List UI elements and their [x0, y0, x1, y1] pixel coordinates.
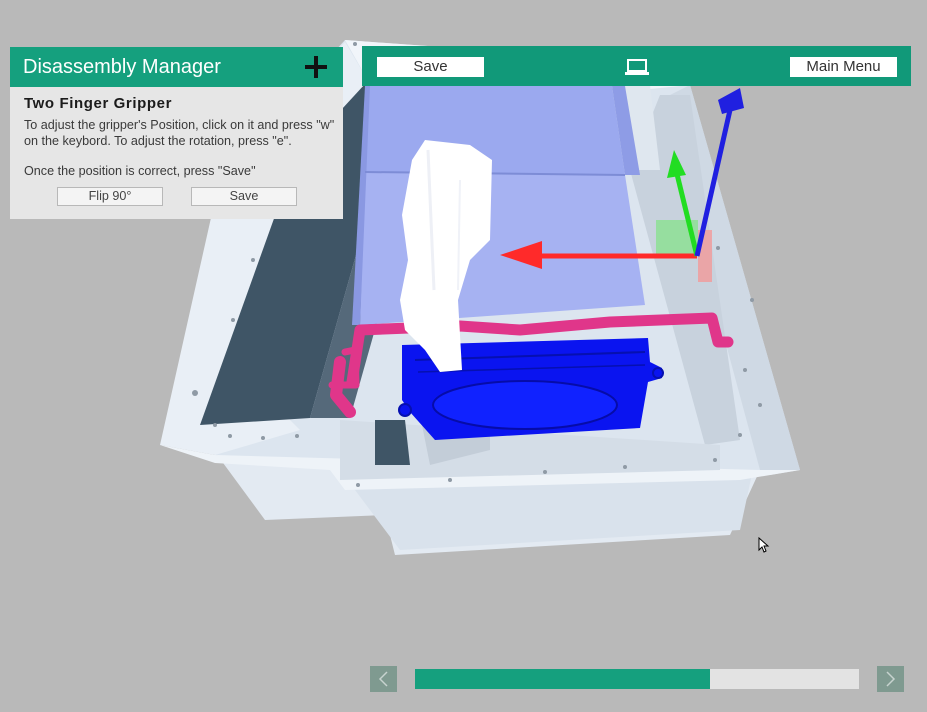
main-menu-button[interactable]: Main Menu: [790, 57, 897, 77]
panel-save-button[interactable]: Save: [191, 187, 297, 206]
instruction-save-text: Once the position is correct, press "Sav…: [24, 164, 256, 178]
chevron-right-icon: [886, 671, 896, 687]
plus-icon[interactable]: [305, 56, 327, 78]
instruction-text: To adjust the gripper's Position, click …: [24, 118, 335, 148]
mouse-cursor-icon: [758, 537, 770, 553]
top-toolbar: Save Main Menu: [362, 46, 911, 86]
toolbar-save-button[interactable]: Save: [377, 57, 484, 77]
monitor-icon[interactable]: [625, 58, 649, 76]
chevron-left-icon: [378, 671, 388, 687]
disassembly-manager-panel: Disassembly Manager Two Finger Gripper T…: [10, 47, 343, 219]
tool-name: Two Finger Gripper: [24, 95, 173, 112]
panel-header: Disassembly Manager: [10, 47, 343, 87]
next-step-button[interactable]: [877, 666, 904, 692]
progress-fill: [415, 669, 710, 689]
flip-90-button[interactable]: Flip 90°: [57, 187, 163, 206]
panel-title: Disassembly Manager: [23, 56, 221, 78]
battery-module[interactable]: [352, 86, 645, 325]
progress-bar: [415, 669, 859, 689]
previous-step-button[interactable]: [370, 666, 397, 692]
